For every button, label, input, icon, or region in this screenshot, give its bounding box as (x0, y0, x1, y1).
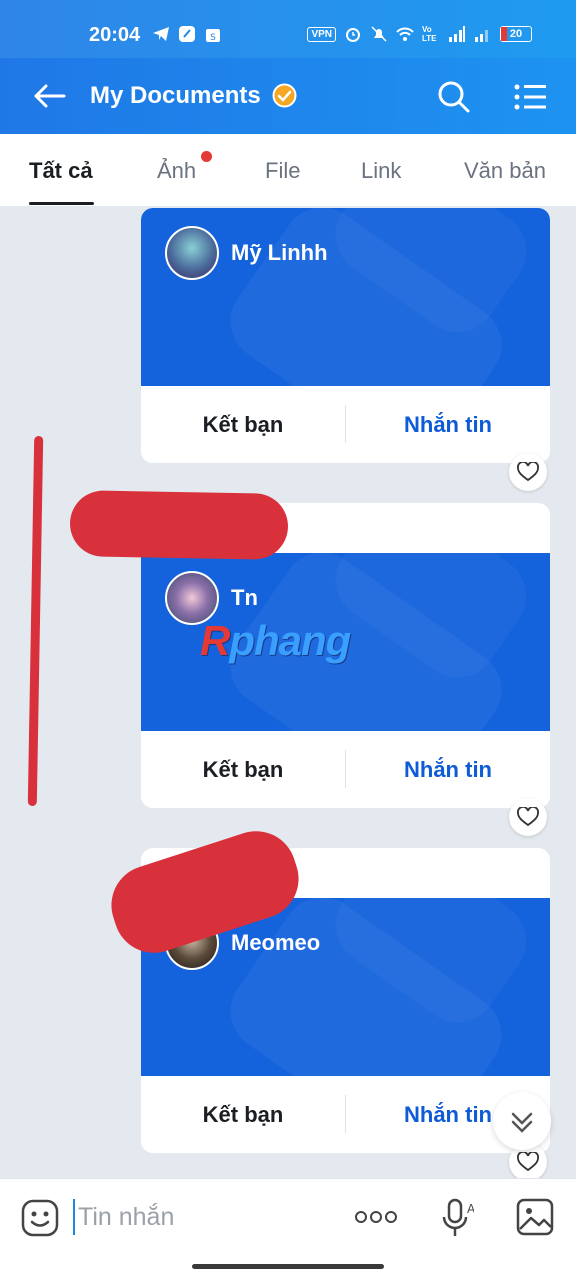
add-friend-button[interactable]: Kết bạn (141, 731, 345, 808)
verified-badge-icon (272, 83, 297, 108)
svg-text:A: A (467, 1202, 474, 1216)
send-message-button[interactable]: Nhắn tin (346, 386, 550, 463)
more-options-icon[interactable] (354, 1207, 398, 1227)
heart-react-icon[interactable] (509, 453, 547, 491)
battery-indicator: 20 (500, 26, 532, 42)
card-banner: Mỹ Linhh (141, 208, 550, 386)
notification-icons: S (152, 25, 222, 43)
page-title: My Documents (90, 82, 261, 109)
double-chevron-down-icon (511, 1112, 533, 1133)
mute-icon (371, 26, 387, 42)
send-message-button[interactable]: Nhắn tin (346, 731, 550, 808)
signal-icon-2 (475, 30, 488, 42)
voice-to-text-icon[interactable]: A (440, 1197, 474, 1239)
signal-icon-1 (449, 26, 465, 42)
contact-name[interactable]: Mỹ Linhh (231, 240, 328, 266)
wifi-icon (396, 27, 414, 41)
vpn-badge: VPN (307, 26, 336, 42)
sticker-icon[interactable] (20, 1198, 60, 1238)
alarm-icon (346, 28, 360, 42)
shopee-icon: S (206, 29, 220, 43)
tab-photos[interactable]: Ảnh (157, 158, 196, 184)
list-menu-icon[interactable] (513, 82, 547, 112)
contact-card: Mỹ Linhh Kết bạn Nhắn tin (141, 208, 550, 463)
search-icon[interactable] (437, 80, 471, 114)
card-actions: Kết bạn Nhắn tin (141, 731, 550, 808)
heart-react-icon[interactable] (509, 798, 547, 836)
contact-name[interactable]: Meomeo (231, 930, 320, 956)
image-picker-icon[interactable] (515, 1197, 555, 1237)
telegram-icon (153, 27, 169, 41)
red-marker-line (27, 435, 44, 807)
card-actions: Kết bạn Nhắn tin (141, 1076, 550, 1153)
status-right-icons: VPN Vo LTE 20 (307, 25, 532, 43)
text-cursor (73, 1199, 75, 1235)
battery-level: 20 (509, 28, 523, 40)
volte-label: Vo LTE (422, 25, 437, 43)
arrow-left-icon[interactable] (32, 80, 68, 112)
status-time: 20:04 (89, 24, 141, 46)
tab-files[interactable]: File (265, 158, 300, 184)
home-indicator[interactable] (192, 1264, 384, 1269)
tab-bar: Tất cả Ảnh File Link Văn bản (0, 134, 576, 206)
status-bar: 20:04 S VPN Vo LTE 20 (0, 0, 576, 58)
svg-text:S: S (210, 33, 216, 43)
card-actions: Kết bạn Nhắn tin (141, 386, 550, 463)
scroll-to-bottom-button[interactable] (493, 1092, 551, 1150)
contact-name[interactable]: Tn (231, 585, 258, 611)
watermark-logo: Rphang (200, 617, 351, 664)
tab-text[interactable]: Văn bản (464, 158, 546, 184)
app-icon (179, 26, 195, 42)
tab-links[interactable]: Link (361, 158, 401, 184)
red-marker-redaction (69, 490, 289, 560)
message-input[interactable]: Tin nhắn (78, 1203, 174, 1232)
tab-all[interactable]: Tất cả (29, 158, 93, 184)
active-tab-indicator (29, 202, 94, 205)
add-friend-button[interactable]: Kết bạn (141, 386, 345, 463)
new-badge-dot (201, 151, 212, 162)
avatar[interactable] (165, 226, 219, 280)
app-header: My Documents (0, 58, 576, 134)
add-friend-button[interactable]: Kết bạn (141, 1076, 345, 1153)
